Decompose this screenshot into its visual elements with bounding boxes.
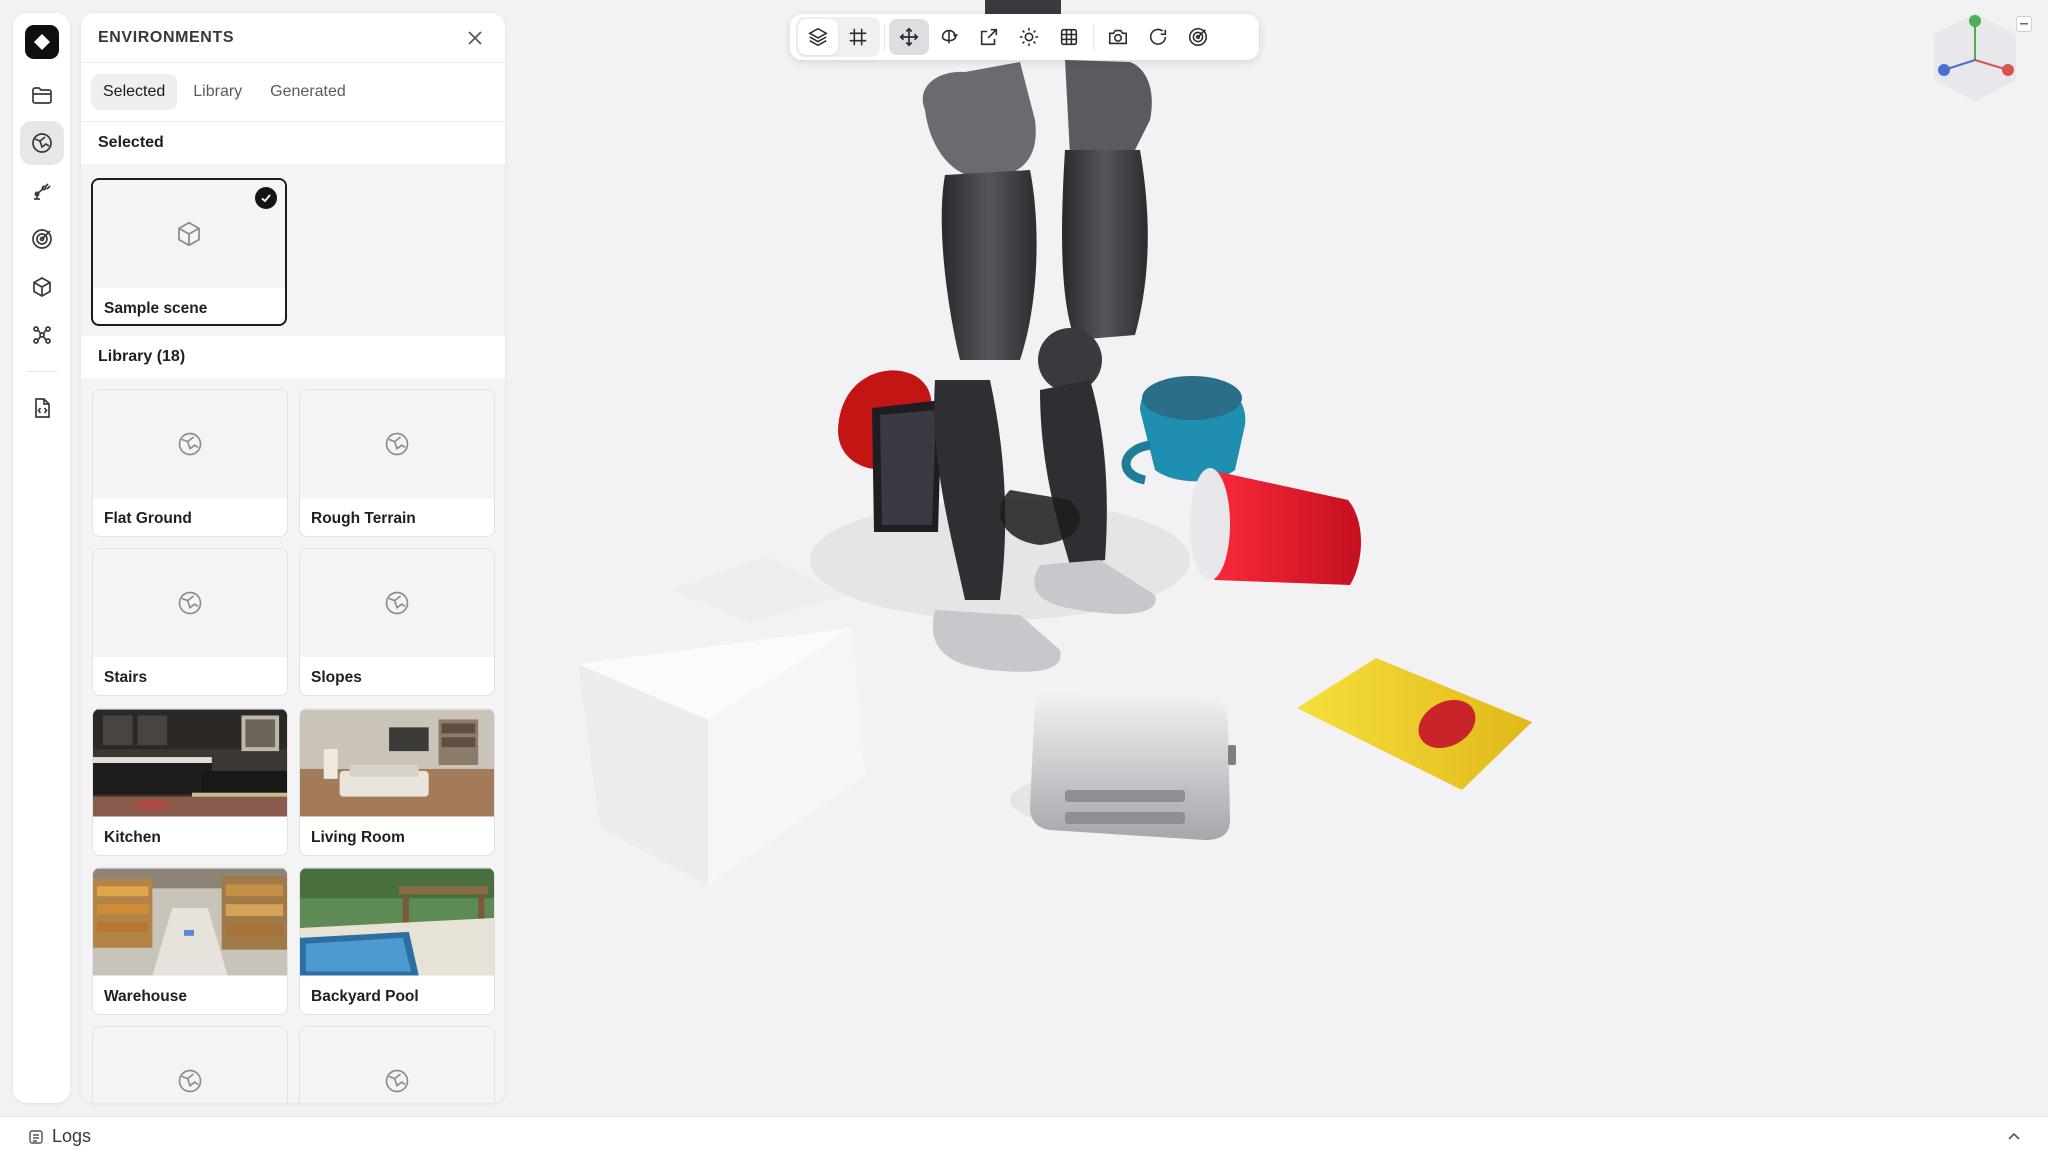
logs-label: Logs: [52, 1126, 92, 1146]
app-logo-icon[interactable]: [24, 25, 59, 59]
living-room-thumbnail: [300, 709, 494, 817]
environment-card-living-room[interactable]: Living Room: [299, 708, 495, 856]
environment-icon[interactable]: [19, 121, 64, 165]
card-title: Warehouse: [104, 988, 187, 1005]
logs-icon: [29, 1129, 43, 1144]
environment-card-warehouse[interactable]: Warehouse: [92, 867, 288, 1015]
minimize-gizmo-button[interactable]: [2016, 16, 2032, 32]
rotate-icon[interactable]: [929, 19, 969, 55]
scale-icon[interactable]: [969, 19, 1009, 55]
code-file-icon[interactable]: [20, 386, 64, 430]
environment-card-slopes[interactable]: Slopes: [299, 548, 495, 696]
environment-card-stairs[interactable]: Stairs: [92, 548, 288, 696]
chip-bag: [1297, 658, 1532, 790]
selected-section: Sample scene: [81, 164, 505, 336]
robot-arm-icon[interactable]: [20, 169, 64, 213]
rail-divider: [26, 371, 57, 372]
panel-header: ENVIRONMENTS: [81, 13, 505, 63]
tab-selected[interactable]: Selected: [91, 74, 178, 110]
tab-generated[interactable]: Generated: [258, 74, 358, 110]
panel-tabs: Selected Library Generated: [81, 63, 505, 122]
target-icon[interactable]: [20, 217, 64, 261]
reset-icon[interactable]: [1138, 19, 1178, 55]
environment-card-rough-terrain[interactable]: Rough Terrain: [299, 389, 495, 537]
card-thumbnail: [93, 549, 287, 657]
card-title: Slopes: [311, 669, 362, 686]
target-icon[interactable]: [1178, 19, 1218, 55]
card-thumbnail: [300, 549, 494, 657]
tab-library[interactable]: Library: [181, 74, 254, 110]
view-mode-group: [796, 17, 880, 57]
chevron-up-icon[interactable]: [2006, 1129, 2022, 1145]
kitchen-thumbnail: [93, 709, 287, 817]
card-title: Kitchen: [104, 829, 161, 846]
globe-icon: [385, 591, 409, 615]
globe-icon: [178, 1069, 202, 1093]
card-title: Backyard Pool: [311, 988, 419, 1005]
library-section-title: Library (18): [81, 336, 505, 378]
environments-panel: ENVIRONMENTS Selected Library Generated …: [81, 13, 505, 1103]
check-icon: [255, 187, 277, 209]
graph-icon[interactable]: [20, 313, 64, 357]
object-cube-icon[interactable]: [20, 265, 64, 309]
card-title: Sample scene: [104, 300, 208, 317]
toolbar-divider: [1093, 24, 1094, 50]
environment-card-kitchen[interactable]: Kitchen: [92, 708, 288, 856]
move-icon[interactable]: [889, 19, 929, 55]
grid-frame-icon[interactable]: [838, 19, 878, 55]
table-grid-icon[interactable]: [1049, 19, 1089, 55]
viewport-toolbar: [790, 14, 1259, 60]
card-title: Stairs: [104, 669, 148, 686]
left-rail: [13, 13, 70, 1103]
card-thumbnail: [93, 1027, 287, 1103]
orientation-gizmo[interactable]: [1924, 8, 2026, 106]
card-thumbnail: [300, 390, 494, 498]
light-icon[interactable]: [1009, 19, 1049, 55]
camera-icon[interactable]: [1098, 19, 1138, 55]
environment-card[interactable]: [299, 1026, 495, 1103]
environment-card[interactable]: [92, 1026, 288, 1103]
files-icon[interactable]: [20, 73, 64, 117]
panel-title: ENVIRONMENTS: [98, 28, 235, 46]
white-box: [578, 556, 865, 885]
environment-card-sample-scene[interactable]: Sample scene: [91, 178, 287, 326]
globe-icon: [178, 432, 202, 456]
pool-thumbnail: [300, 868, 494, 976]
library-grid: Flat Ground Rough Terrain Stairs Slopes: [81, 378, 505, 1103]
toolbar-divider: [884, 24, 885, 50]
card-title: Rough Terrain: [311, 510, 416, 527]
layers-icon[interactable]: [798, 19, 838, 55]
card-title: Flat Ground: [104, 510, 192, 527]
toaster: [1030, 688, 1236, 840]
cube-icon: [178, 221, 200, 247]
globe-icon: [385, 1069, 409, 1093]
selected-section-title: Selected: [81, 122, 505, 164]
logs-bar[interactable]: Logs: [0, 1116, 2048, 1156]
environment-card-backyard-pool[interactable]: Backyard Pool: [299, 867, 495, 1015]
card-thumbnail: [93, 390, 287, 498]
environment-card-flat-ground[interactable]: Flat Ground: [92, 389, 288, 537]
globe-icon: [178, 591, 202, 615]
card-title: Living Room: [311, 829, 405, 846]
globe-icon: [385, 432, 409, 456]
close-icon[interactable]: [463, 26, 487, 50]
card-thumbnail: [300, 1027, 494, 1103]
warehouse-thumbnail: [93, 868, 287, 976]
